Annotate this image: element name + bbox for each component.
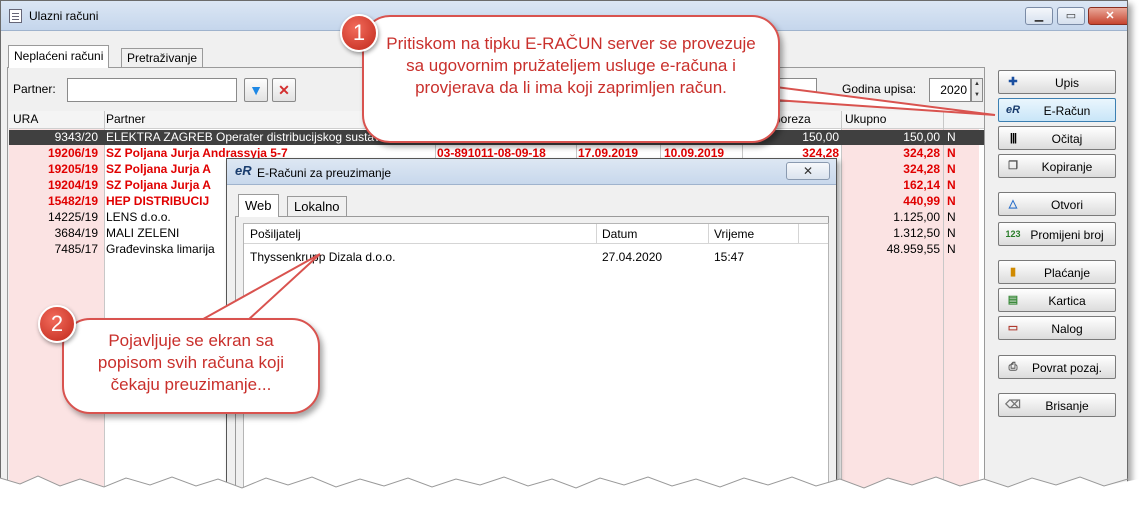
callout-2-badge: 2 [38, 305, 76, 343]
torn-edge [0, 475, 1139, 507]
callout-eracun: Pritiskom na tipku E-RAČUN server se pro… [362, 15, 780, 143]
callout-1-badge: 1 [340, 14, 378, 52]
callout-2-text: Pojavljuje se ekran sa popisom svih raču… [97, 331, 285, 394]
callout-dialog: Pojavljuje se ekran sa popisom svih raču… [62, 318, 320, 414]
tab-web[interactable]: Web [238, 194, 279, 217]
callout-1-text: Pritiskom na tipku E-RAČUN server se pro… [386, 34, 756, 97]
tab-neplaceni-racuni[interactable]: Neplaćeni računi [8, 45, 110, 68]
